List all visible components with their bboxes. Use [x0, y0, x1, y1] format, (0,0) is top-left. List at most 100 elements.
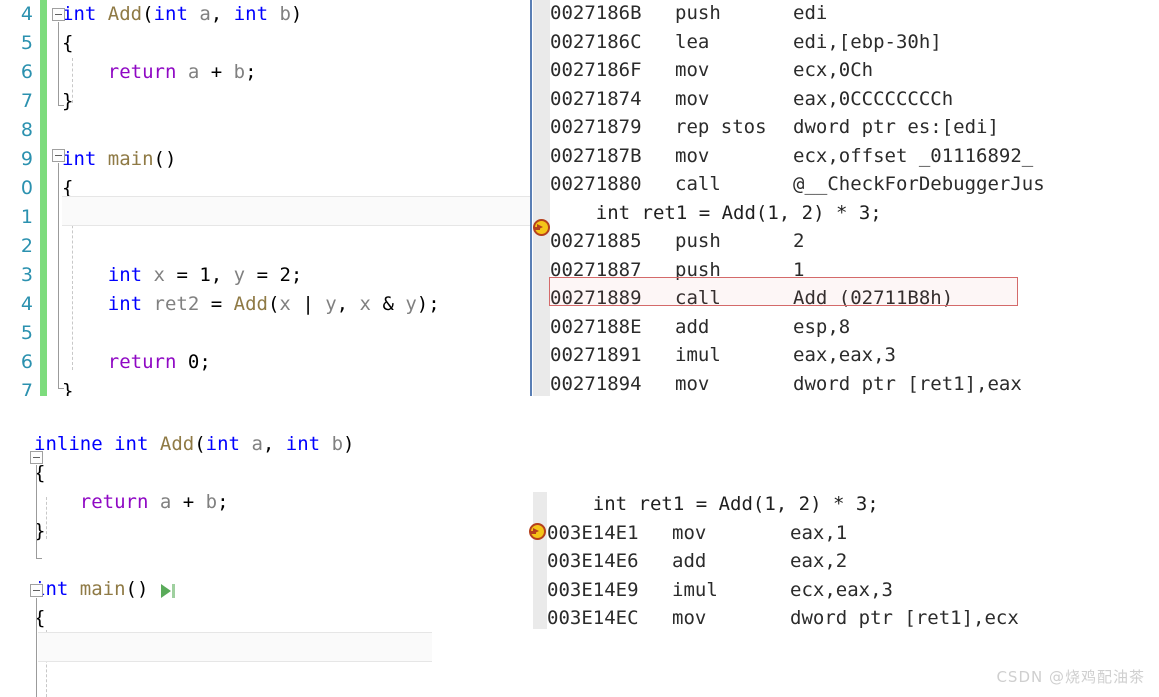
code-token: int [62, 3, 97, 25]
disassembly-instruction-row[interactable]: 00271874 mov eax,0CCCCCCCCh [550, 85, 1045, 114]
code-line[interactable]: } [34, 517, 514, 546]
vertical-splitter[interactable] [530, 0, 532, 396]
code-line[interactable] [62, 319, 531, 348]
line-number: 6 [20, 61, 33, 83]
fold-toggle-inline-main[interactable] [30, 584, 43, 597]
instruction-address: 00271879 [550, 116, 642, 138]
line-number: 5 [20, 32, 33, 54]
instruction-mnemonic: call [675, 173, 721, 195]
code-line[interactable]: { [62, 29, 531, 58]
code-token: ret2 [153, 293, 200, 315]
instruction-address: 0027187B [550, 144, 642, 167]
disassembly-instruction-row[interactable]: 0027188E add esp,8 [550, 313, 1045, 342]
disassembly-instruction-row[interactable]: 00271894 mov dword ptr [ret1],eax [550, 370, 1045, 397]
run-to-cursor-icon[interactable] [161, 582, 177, 600]
disassembly-instruction-row[interactable]: 0027186B push edi [550, 0, 1045, 28]
code-token: ); [416, 293, 440, 315]
indent-guide-add [72, 58, 73, 103]
code-token: a [251, 433, 263, 455]
code-token: return [79, 491, 149, 513]
instruction-operands: ecx,eax,3 [790, 578, 893, 601]
code-line[interactable]: } [62, 87, 531, 116]
instruction-mnemonic: mov [675, 59, 710, 81]
watermark: CSDN @烧鸡配油茶 [996, 668, 1145, 686]
code-token: int [205, 433, 240, 455]
fold-toggle-main[interactable] [52, 149, 65, 162]
top-disassembly-panel[interactable]: 0027186B push edi 0027186C lea edi,[ebp-30h] 0… [533, 0, 1159, 396]
code-line[interactable] [62, 232, 531, 261]
instruction-operands: dword ptr [ret1],ecx [790, 607, 1019, 629]
code-token: , [262, 433, 286, 455]
code-token: ( [194, 433, 206, 455]
line-number: 1 [20, 206, 33, 228]
code-line[interactable]: return a + b; [62, 58, 531, 87]
code-token: b [331, 433, 344, 455]
code-line[interactable]: int Add(int a, int b) [62, 0, 531, 29]
code-token: Add [233, 293, 268, 315]
current-line-highlight [62, 196, 531, 226]
instruction-operands: eax,eax,3 [793, 344, 896, 366]
code-token: 0 [187, 351, 200, 373]
code-token: y [405, 293, 417, 315]
instruction-mnemonic: mov [675, 87, 710, 110]
disassembly-instruction-row[interactable]: 0027186C lea edi,[ebp-30h] [550, 28, 1045, 57]
fold-toggle-add[interactable] [52, 8, 65, 21]
disassembly-instruction-row[interactable]: 003E14EC mov dword ptr [ret1],ecx [547, 604, 1019, 633]
code-line[interactable]: int main() [62, 145, 531, 174]
line-number: 9 [20, 148, 33, 170]
bottom-code-text-area[interactable]: inline int Add(int a, int b){ return a +… [34, 430, 514, 662]
instruction-address: 0027186C [550, 30, 642, 53]
disassembly-instruction-row[interactable]: 00271879 rep stos dword ptr es:[edi] [550, 113, 1045, 142]
disassembly-instruction-row[interactable]: 00271880 call @__CheckForDebuggerJus [550, 170, 1045, 199]
code-token: ; [199, 351, 211, 373]
code-line[interactable]: return 0; [62, 348, 531, 377]
code-line[interactable]: { [34, 604, 514, 633]
disassembly-instruction-row[interactable]: 003E14E9 imul ecx,eax,3 [547, 576, 1019, 605]
code-line[interactable]: int x = 1, y = 2; [62, 261, 531, 290]
code-token: ) [290, 3, 303, 25]
disassembly-instruction-row[interactable]: 00271891 imul eax,eax,3 [550, 341, 1045, 370]
code-token: = [199, 293, 234, 315]
disassembly-instruction-row[interactable]: 0027187B mov ecx,offset _01116892_ [550, 142, 1045, 171]
disassembly-text[interactable]: 0027186B push edi 0027186C lea edi,[ebp-30h] 0… [550, 0, 1045, 396]
instruction-mnemonic: mov [675, 372, 710, 395]
code-token: y [233, 264, 246, 286]
bottom-disassembly-text[interactable]: int ret1 = Add(1, 2) * 3; 003E14E1 mov eax,… [547, 490, 1019, 633]
code-line[interactable] [62, 116, 531, 145]
instruction-mnemonic: rep stos [675, 116, 767, 138]
code-token: () [125, 578, 149, 600]
outline-line-add [58, 22, 59, 105]
code-token: + [171, 491, 206, 513]
disassembly-instruction-row[interactable]: 003E14E1 mov eax,1 [547, 519, 1019, 548]
code-line[interactable]: { [34, 459, 514, 488]
disassembly-instruction-row[interactable]: 0027186F mov ecx,0Ch [550, 56, 1045, 85]
instruction-address: 003E14E9 [547, 578, 639, 601]
code-token: ; [217, 491, 229, 513]
code-line[interactable]: return a + b; [34, 488, 514, 517]
instruction-mnemonic: mov [672, 607, 707, 629]
outline-line-main [58, 163, 59, 388]
bottom-instruction-pointer-icon [529, 523, 546, 540]
fold-toggle-inline-add[interactable] [30, 451, 43, 464]
line-number: 4 [20, 293, 33, 315]
disassembly-instruction-row[interactable]: 00271885 push 2 [550, 227, 1045, 256]
instruction-mnemonic: mov [672, 521, 707, 544]
code-token: { [62, 32, 74, 54]
code-line[interactable]: inline int Add(int a, int b) [34, 430, 514, 459]
outline-foot-add [58, 105, 64, 106]
line-number: 2 [20, 235, 33, 257]
code-line[interactable]: int main() [34, 575, 514, 604]
code-line[interactable] [34, 546, 514, 575]
bottom-disassembly-panel[interactable]: int ret1 = Add(1, 2) * 3; 003E14E1 mov eax,… [533, 490, 1159, 635]
code-line[interactable]: } [62, 377, 531, 396]
change-bar [40, 0, 47, 396]
disassembly-instruction-row[interactable]: 003E14E6 add eax,2 [547, 547, 1019, 576]
code-line[interactable]: int ret2 = Add(x | y, x & y); [62, 290, 531, 319]
